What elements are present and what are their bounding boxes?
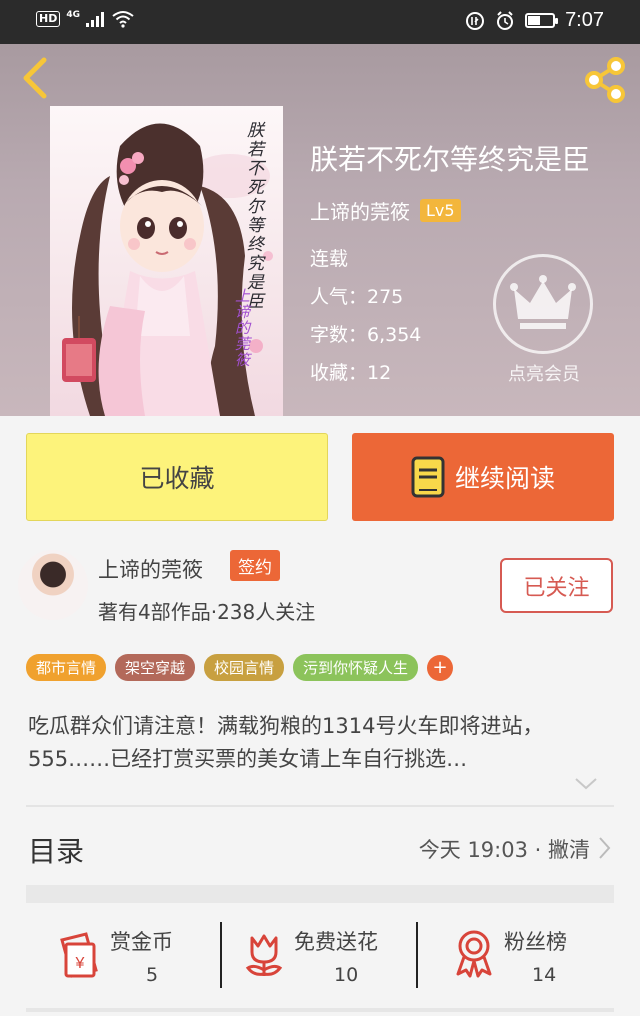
serial-status: 连载 — [310, 248, 349, 270]
network-type: 4G — [66, 10, 80, 20]
collected-button[interactable]: 已收藏 — [26, 433, 328, 521]
tag-chip[interactable]: 污到你怀疑人生 — [293, 654, 419, 681]
stat-separator — [416, 922, 418, 988]
chevron-left-icon — [23, 57, 47, 99]
svg-text:¥: ¥ — [75, 955, 85, 972]
tag-chip[interactable]: 架空穿越 — [115, 654, 196, 681]
battery-icon — [525, 13, 559, 28]
expand-synopsis-button[interactable] — [574, 776, 598, 795]
popularity-count: 人气：275 — [310, 286, 404, 308]
fan-ranking-value: 14 — [532, 964, 557, 986]
status-left: HD 4G — [36, 10, 134, 28]
status-right: 7:07 — [465, 9, 604, 32]
word-count: 字数：6,354 — [310, 324, 422, 346]
status-time: 7:07 — [565, 9, 604, 31]
collected-label: 已收藏 — [139, 464, 215, 493]
continue-reading-button[interactable]: 继续阅读 — [352, 433, 614, 521]
share-icon — [585, 57, 625, 103]
catalog-chevron[interactable] — [598, 836, 612, 864]
crown-icon — [510, 275, 576, 329]
free-flowers-button[interactable]: 免费送花 10 — [236, 920, 416, 1000]
author-card: 上谛的莞筱 签约 著有4部作品·238人关注 已关注 — [0, 536, 640, 636]
medal-icon — [456, 930, 492, 978]
cover-title-text: 朕若不死尔等终究是臣 — [247, 121, 264, 312]
reward-coins-button[interactable]: ¥ 赏金币 5 — [50, 920, 220, 1000]
cover-author-text: 上谛的莞筱 — [235, 287, 251, 369]
followed-button[interactable]: 已关注 — [500, 558, 613, 613]
header-author-name[interactable]: 上谛的莞筱 — [310, 196, 410, 225]
followed-label: 已关注 — [523, 575, 590, 601]
vip-button[interactable]: 点亮会员 — [493, 254, 595, 386]
latest-chapter-link[interactable]: 今天 19:03 · 撇清 — [419, 834, 590, 864]
data-saver-icon — [466, 11, 485, 30]
section-divider — [26, 805, 614, 807]
bottom-divider — [26, 1008, 614, 1012]
author-stats: 著有4部作品·238人关注 — [98, 600, 316, 624]
back-button[interactable] — [14, 52, 58, 104]
author-avatar[interactable] — [18, 550, 88, 620]
signal-icon — [86, 12, 104, 27]
hd-indicator: HD — [36, 11, 61, 27]
chevron-right-icon — [599, 837, 611, 859]
book-icon — [411, 456, 445, 498]
tag-chip[interactable]: 都市言情 — [26, 654, 107, 681]
red-envelope-icon: ¥ — [60, 932, 98, 978]
favorites-count: 收藏：12 — [310, 362, 392, 384]
vip-circle — [493, 254, 593, 354]
book-title: 朕若不死尔等终究是臣 — [310, 143, 591, 176]
level-badge: Lv5 — [420, 199, 461, 222]
catalog-title[interactable]: 目录 — [28, 830, 84, 870]
author-line: 上谛的莞筱 Lv5 — [310, 196, 461, 225]
author-card-name[interactable]: 上谛的莞筱 — [98, 554, 203, 584]
free-flowers-value: 10 — [334, 964, 359, 986]
fan-ranking-label: 粉丝榜 — [504, 930, 567, 954]
alarm-icon — [497, 10, 514, 30]
book-synopsis[interactable]: 吃瓜群众们请注意！满载狗粮的1314号火车即将进站，555……已经打赏买票的美女… — [28, 710, 608, 776]
signed-badge: 签约 — [230, 550, 280, 581]
fan-ranking-button[interactable]: 粉丝榜 14 — [432, 920, 612, 1000]
share-button[interactable] — [578, 54, 632, 106]
stat-separator — [220, 922, 222, 988]
tag-chip[interactable]: 校园言情 — [204, 654, 285, 681]
catalog-placeholder-band — [26, 885, 614, 903]
vip-label: 点亮会员 — [508, 364, 580, 385]
flower-icon — [245, 934, 283, 976]
book-cover[interactable]: 朕若不死尔等终究是臣 上谛的莞筱 — [50, 106, 283, 416]
wifi-icon — [112, 11, 134, 28]
chevron-down-icon — [575, 778, 597, 790]
more-tags-button[interactable]: + — [427, 654, 454, 681]
reward-coins-value: 5 — [146, 964, 159, 986]
continue-reading-label: 继续阅读 — [454, 464, 555, 493]
status-bar: HD 4G 7:07 — [0, 0, 640, 44]
tag-list: 都市言情 架空穿越 校园言情 污到你怀疑人生 + — [26, 654, 454, 681]
free-flowers-label: 免费送花 — [294, 930, 378, 954]
book-header: 朕若不死尔等终究是臣 上谛的莞筱 朕若不死尔等终究是臣 上谛的莞筱 Lv5 连载… — [0, 44, 640, 416]
reward-coins-label: 赏金币 — [110, 930, 173, 954]
